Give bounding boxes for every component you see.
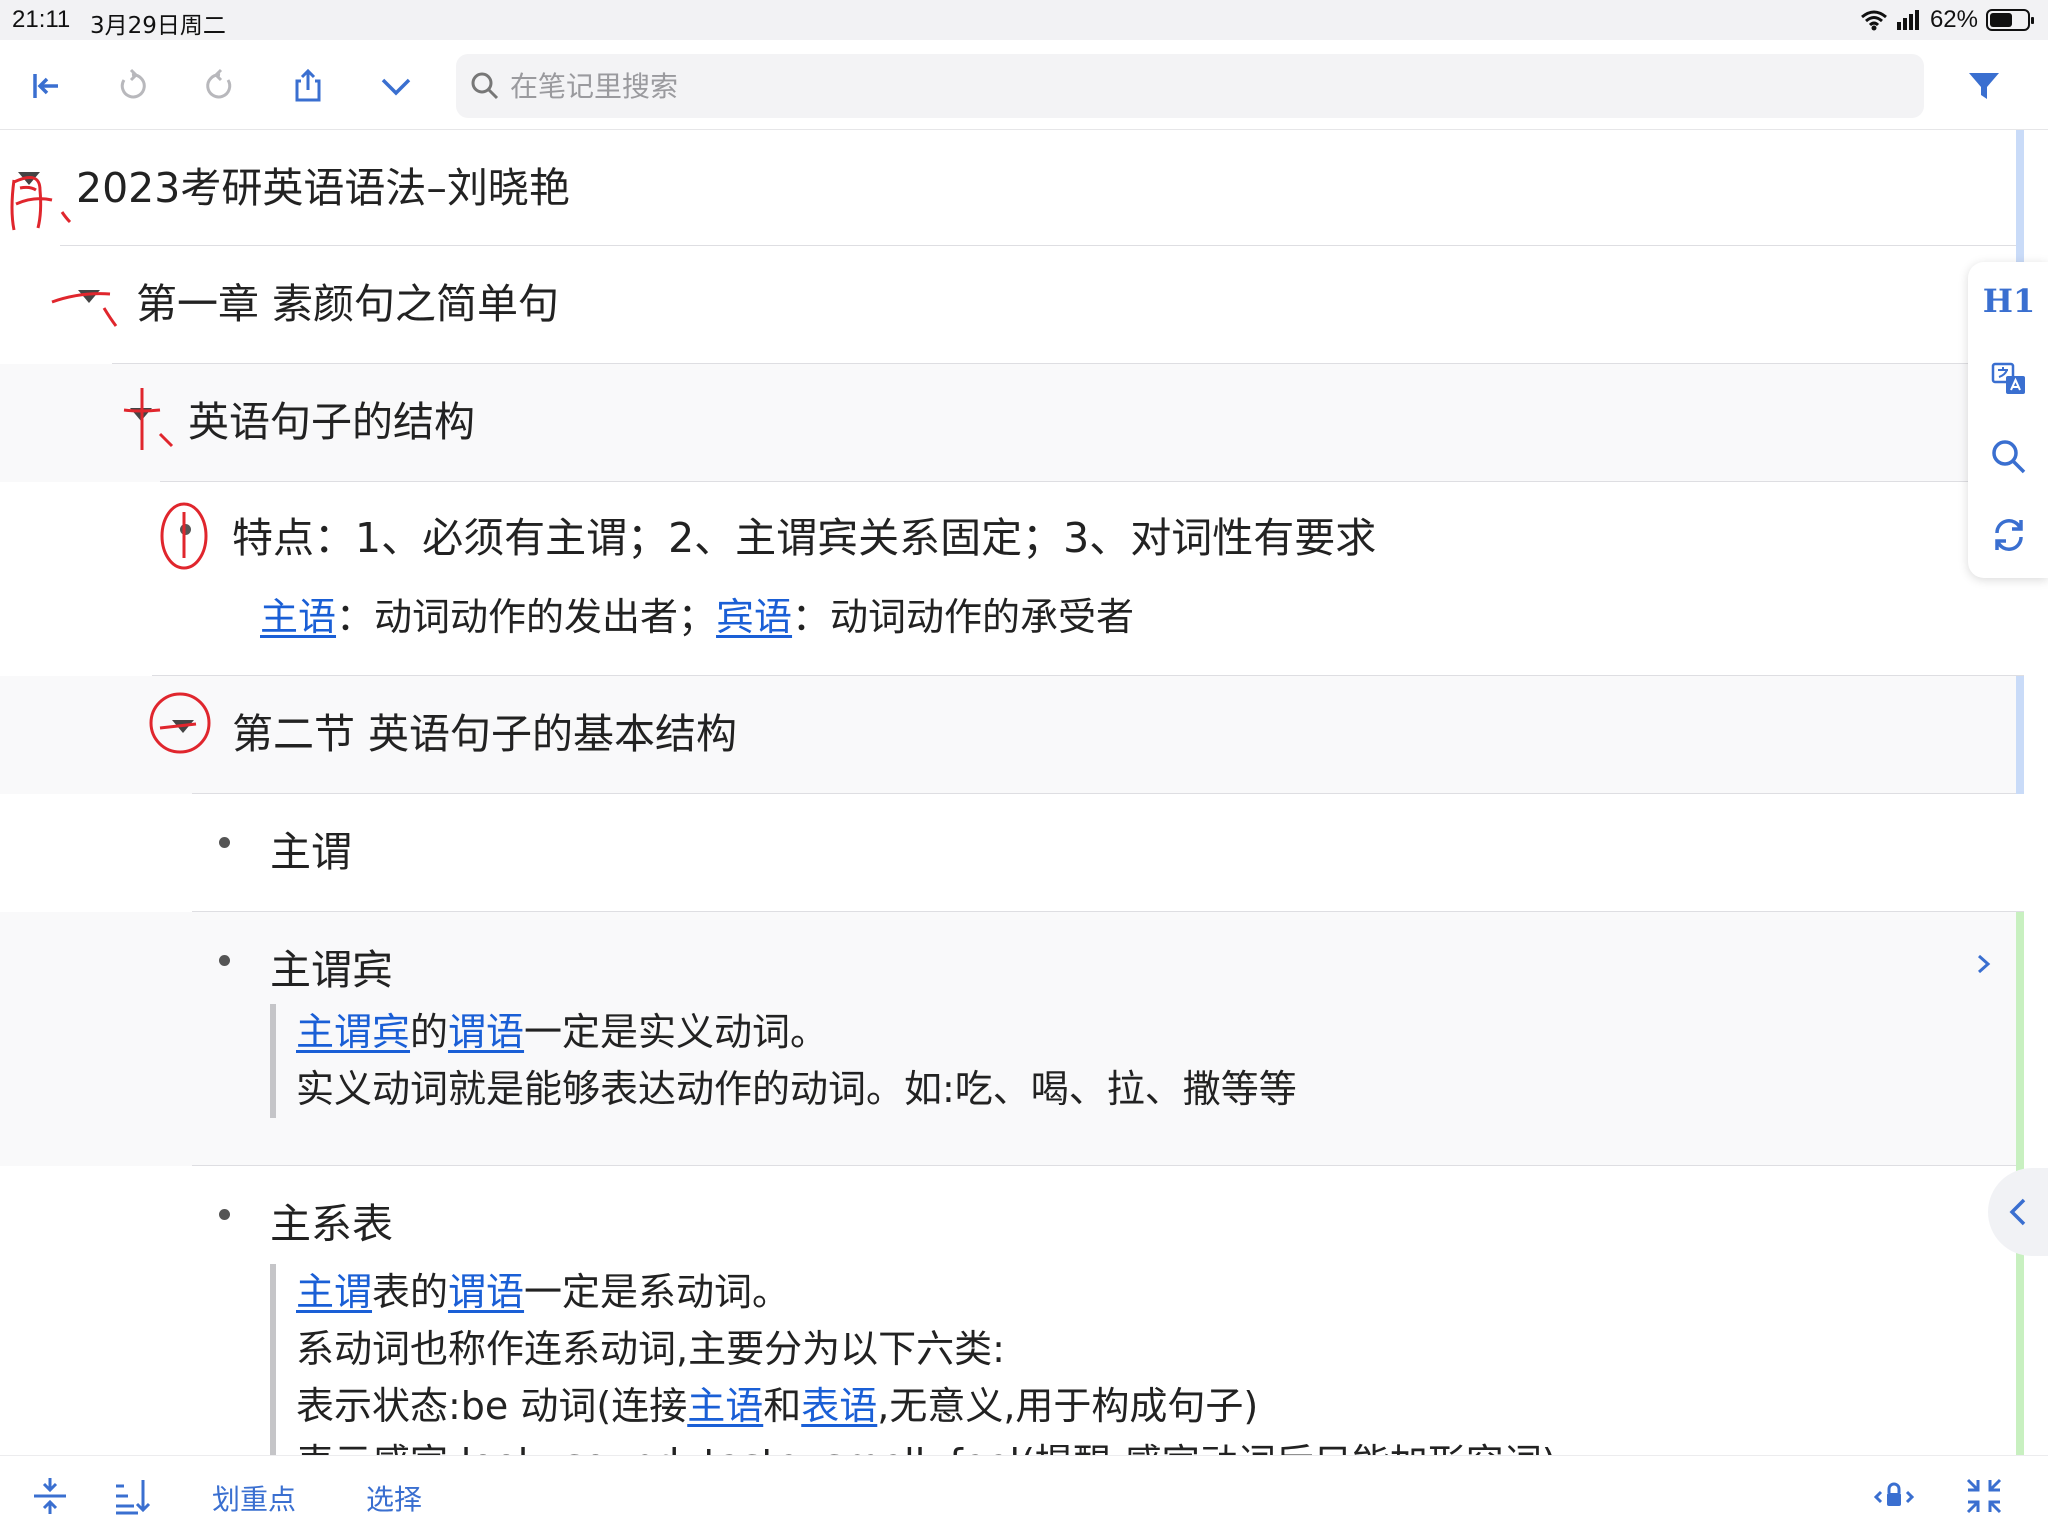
quote-text: 的 (410, 1010, 449, 1054)
item-label: 主系表 (270, 1200, 393, 1248)
quote-line: 实义动词就是能够表达动作的动词。如:吃、喝、拉、撒等等 (296, 1067, 1297, 1111)
feature-text: 特点：1、必须有主谓；2、主谓宾关系固定；3、对词性有要求 (232, 514, 1377, 562)
sort-icon[interactable] (110, 1474, 154, 1518)
selection-bar (2016, 676, 2024, 794)
battery-percent: 62% (1929, 6, 1978, 33)
chapter-title: 第一章 素颜句之简单句 (136, 280, 560, 328)
search-icon[interactable] (1982, 430, 2036, 484)
sync-icon[interactable] (1982, 508, 2036, 562)
note-text: ：动词动作的发出者； (336, 595, 717, 639)
selection-bar (2016, 912, 2024, 1166)
quote-line: 主谓宾的谓语一定是实义动词。 (296, 1004, 1297, 1061)
outline-row-item[interactable] (192, 794, 2024, 912)
status-date: 3月29日周二 (90, 13, 226, 39)
expand-collapse-icon[interactable] (28, 1474, 72, 1518)
bullet-dot (180, 524, 191, 535)
collapse-triangle-icon[interactable] (78, 290, 100, 303)
link-subject-predicate[interactable]: 主谓 (296, 1270, 372, 1314)
fullscreen-exit-icon[interactable] (1962, 1474, 2006, 1518)
link-predicate[interactable]: 谓语 (448, 1010, 524, 1054)
quote-line: 系动词也称作连系动词,主要分为以下六类: (296, 1327, 1005, 1371)
bullet-dot (219, 955, 230, 966)
collapse-triangle-icon[interactable] (18, 172, 40, 185)
heading-icon[interactable]: H1 (1982, 274, 2036, 328)
search-bar[interactable] (456, 54, 1924, 118)
item-quote: 主谓表的谓语一定是系动词。 系动词也称作连系动词,主要分为以下六类: 表示状态:… (270, 1264, 1557, 1455)
status-bar: 21:11 3月29日周二 62% (0, 0, 2048, 40)
item-label: 主谓宾 (270, 946, 393, 994)
link-subject[interactable]: 主语 (260, 595, 336, 639)
selection-bar (2016, 130, 2024, 246)
link-predicate[interactable]: 谓语 (448, 1270, 524, 1314)
quote-text: 一定是实义动词。 (524, 1010, 829, 1054)
collapse-sidebar-icon[interactable] (22, 62, 70, 110)
quote-text: 表的 (372, 1270, 449, 1314)
bullet-dot (219, 1209, 230, 1220)
chevron-down-icon[interactable] (372, 62, 420, 110)
section2-title: 第二节 英语句子的基本结构 (232, 710, 738, 758)
select-button[interactable]: 选择 (366, 1478, 422, 1518)
quote-line: 主谓表的谓语一定是系动词。 (296, 1264, 1557, 1321)
quote-text: ,无意义,用于构成句子) (877, 1384, 1259, 1428)
side-tool-panel: H1 (1968, 262, 2048, 578)
status-right: 62% (1860, 6, 2034, 34)
lock-icon[interactable] (1872, 1474, 1916, 1518)
heading-label: H1 (1982, 282, 2036, 320)
highlight-button[interactable]: 划重点 (212, 1478, 296, 1518)
link-subject[interactable]: 主语 (687, 1384, 763, 1428)
quote-text: 和 (763, 1384, 802, 1428)
wifi-icon (1860, 10, 1887, 31)
redo-icon[interactable] (196, 62, 244, 110)
quote-line: 表示状态:be 动词(连接主语和表语,无意义,用于构成句子) (296, 1378, 1557, 1435)
item-quote: 主谓宾的谓语一定是实义动词。 实义动词就是能够表达动作的动词。如:吃、喝、拉、撒… (270, 1004, 1297, 1118)
collapse-triangle-icon[interactable] (130, 408, 152, 421)
document-title: 2023考研英语语法–刘晓艳 (76, 164, 570, 212)
quote-text: 一定是系动词。 (524, 1270, 791, 1314)
signal-icon (1896, 10, 1919, 30)
note-text: ：动词动作的承受者 (792, 595, 1135, 639)
link-predicative[interactable]: 表语 (801, 1384, 877, 1428)
filter-icon[interactable] (1960, 62, 2008, 110)
quote-line: 表示感官:look, sound, taste, smell, feel(提醒:… (296, 1435, 1557, 1455)
share-icon[interactable] (284, 62, 332, 110)
section1-title: 英语句子的结构 (188, 398, 475, 446)
link-object[interactable]: 宾语 (716, 595, 792, 639)
outline-content: 2023考研英语语法–刘晓艳 第一章 素颜句之简单句 英语句子的结构 特点：1、… (0, 130, 2024, 1455)
bottom-toolbar: 划重点 选择 (0, 1455, 2048, 1536)
search-icon (471, 72, 499, 100)
quote-text: 表示状态:be 动词(连接 (296, 1384, 688, 1428)
collapse-triangle-icon[interactable] (172, 720, 194, 733)
search-input[interactable] (510, 69, 1810, 103)
bullet-dot (219, 837, 230, 848)
undo-icon[interactable] (108, 62, 156, 110)
battery-icon (1986, 9, 2034, 31)
link-svo[interactable]: 主谓宾 (296, 1010, 410, 1054)
item-label: 主谓 (270, 828, 352, 876)
feature-note: 主语：动词动作的发出者；宾语：动词动作的承受者 (260, 586, 1134, 641)
top-toolbar (0, 40, 2048, 130)
status-time: 21:11 (12, 6, 71, 33)
translate-icon[interactable] (1982, 352, 2036, 406)
chevron-right-icon[interactable] (1972, 950, 1996, 978)
